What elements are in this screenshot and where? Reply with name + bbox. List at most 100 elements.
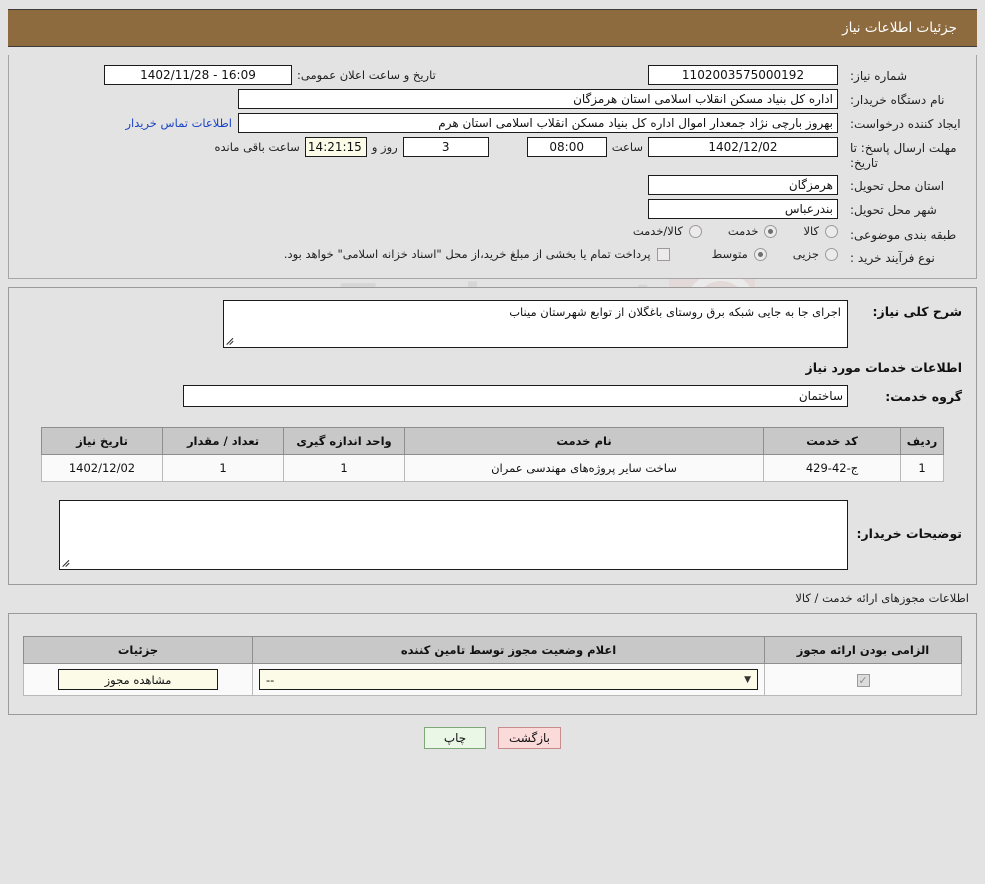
requester-value: بهروز بارچی نژاد جمعدار اموال اداره کل ب… <box>238 113 838 133</box>
cell-code: ج-42-429 <box>763 454 901 482</box>
page-title: جزئیات اطلاعات نیاز <box>842 20 957 36</box>
print-button[interactable]: چاپ <box>424 727 486 749</box>
permits-table-header-row: الزامی بودن ارائه مجوز اعلام وضعیت مجوز … <box>23 636 962 664</box>
view-permit-button[interactable]: مشاهده مجوز <box>58 669 218 690</box>
general-description-text: اجرای جا به جایی شبکه برق روستای باغگلان… <box>509 305 841 319</box>
row-service-group: گروه خدمت: ساختمان <box>23 385 962 407</box>
purchase-process-option-label: متوسط <box>711 247 748 261</box>
page-title-bar: جزئیات اطلاعات نیاز <box>8 9 977 47</box>
treasury-documents-label: پرداخت تمام یا بخشی از مبلغ خرید،از محل … <box>283 247 651 261</box>
city-value: بندرعباس <box>648 199 838 219</box>
footer-actions: بازگشت چاپ <box>0 727 985 749</box>
cell-date: 1402/12/02 <box>41 454 163 482</box>
row-general-description: شرح کلی نیاز: اجرای جا به جایی شبکه برق … <box>23 300 962 348</box>
col-code: کد خدمت <box>763 427 901 455</box>
service-group-label: گروه خدمت: <box>885 388 962 404</box>
buyer-notes-value[interactable] <box>59 500 848 570</box>
need-number-value: 1102003575000192 <box>648 65 838 85</box>
permits-section-title: اطلاعات مجوزهای ارائه خدمت / کالا <box>795 591 969 605</box>
row-province: استان محل تحویل: هرمزگان <box>9 175 976 195</box>
cell-permit-details: مشاهده مجوز <box>23 663 253 696</box>
services-table-header-row: ردیف کد خدمت نام خدمت واحد اندازه گیری ت… <box>41 427 944 455</box>
col-radif: ردیف <box>900 427 944 455</box>
row-purchase-process: نوع فرآیند خرید : جزیی متوسط پرداخت تمام… <box>9 247 976 266</box>
province-label: استان محل تحویل: <box>850 179 945 193</box>
category-option-label: کالا/خدمت <box>632 224 683 238</box>
treasury-documents-checkbox[interactable] <box>656 247 670 261</box>
permits-table: الزامی بودن ارائه مجوز اعلام وضعیت مجوز … <box>23 636 962 696</box>
row-buyer-org: نام دستگاه خریدار: اداره کل بنیاد مسکن ا… <box>9 89 976 109</box>
resize-grip-icon[interactable] <box>62 558 72 568</box>
col-permit-required: الزامی بودن ارائه مجوز <box>764 636 962 664</box>
city-label: شهر محل تحویل: <box>850 203 937 217</box>
radio-icon[interactable] <box>688 224 702 238</box>
table-row: ▼ -- مشاهده مجوز <box>23 663 962 696</box>
category-option-label: خدمت <box>727 224 759 238</box>
category-option-kala[interactable]: کالا <box>803 224 838 238</box>
cell-unit: 1 <box>283 454 405 482</box>
service-group-value: ساختمان <box>183 385 848 407</box>
purchase-process-option-jozei[interactable]: جزیی <box>793 247 838 261</box>
purchase-process-label: نوع فرآیند خرید : <box>850 251 935 265</box>
row-city: شهر محل تحویل: بندرعباس <box>9 199 976 219</box>
services-table-wrapper: ردیف کد خدمت نام خدمت واحد اندازه گیری ت… <box>41 427 944 482</box>
services-section-title: اطلاعات خدمات مورد نیاز <box>805 360 963 375</box>
province-value: هرمزگان <box>648 175 838 195</box>
cell-name: ساخت سایر پروژه‌های مهندسی عمران <box>404 454 764 482</box>
col-quantity: تعداد / مقدار <box>162 427 284 455</box>
col-name: نام خدمت <box>404 427 764 455</box>
purchase-process-option-motavasset[interactable]: متوسط <box>712 247 767 261</box>
category-option-kala-khedmat[interactable]: کالا/خدمت <box>633 224 702 238</box>
col-permit-status: اعلام وضعیت مجوز توسط تامین کننده <box>252 636 765 664</box>
general-description-label: شرح کلی نیاز: <box>872 304 962 319</box>
category-option-khedmat[interactable]: خدمت <box>728 224 778 238</box>
general-description-value[interactable]: اجرای جا به جایی شبکه برق روستای باغگلان… <box>223 300 848 348</box>
remaining-days-label: روز و <box>371 140 398 154</box>
category-radio-group: کالا خدمت کالا/خدمت <box>607 224 838 238</box>
announce-datetime-label: تاریخ و ساعت اعلان عمومی: <box>297 68 436 82</box>
resize-grip-icon[interactable] <box>226 336 236 346</box>
purchase-process-option-label: جزیی <box>792 247 819 261</box>
buyer-org-label: نام دستگاه خریدار: <box>850 93 945 107</box>
row-deadline: مهلت ارسال پاسخ: تا تاریخ: 1402/12/02 سا… <box>9 137 976 171</box>
countdown-suffix-label: ساعت باقی مانده <box>214 140 300 154</box>
permit-required-checkbox <box>856 673 870 687</box>
radio-icon[interactable] <box>753 247 767 261</box>
deadline-time-label: ساعت <box>611 140 643 154</box>
need-summary-panel: شماره نیاز: 1102003575000192 تاریخ و ساع… <box>8 55 977 279</box>
cell-radif: 1 <box>900 454 944 482</box>
buyer-contact-link[interactable]: اطلاعات تماس خریدار <box>119 116 238 130</box>
permit-status-value: -- <box>266 672 275 687</box>
cell-permit-status: ▼ -- <box>252 663 765 696</box>
countdown-timer: 14:21:15 <box>304 137 367 157</box>
deadline-time-value: 08:00 <box>526 137 607 157</box>
radio-icon[interactable] <box>825 247 838 261</box>
row-requester: ایجاد کننده درخواست: بهروز بارچی نژاد جم… <box>9 113 976 133</box>
col-unit: واحد اندازه گیری <box>283 427 405 455</box>
chevron-down-icon: ▼ <box>744 674 751 685</box>
col-date: تاریخ نیاز <box>41 427 163 455</box>
requester-label: ایجاد کننده درخواست: <box>850 117 961 131</box>
permits-panel: الزامی بودن ارائه مجوز اعلام وضعیت مجوز … <box>8 613 977 715</box>
deadline-label: مهلت ارسال پاسخ: تا تاریخ: <box>850 141 957 170</box>
back-button[interactable]: بازگشت <box>498 727 561 749</box>
row-buyer-notes: توضیحات خریدار: <box>23 500 962 570</box>
need-details-panel: شرح کلی نیاز: اجرای جا به جایی شبکه برق … <box>8 287 977 585</box>
need-number-label: شماره نیاز: <box>850 69 907 83</box>
row-category: طبقه بندی موضوعی: کالا خدمت کالا/خدمت <box>9 224 976 243</box>
buyer-org-value: اداره کل بنیاد مسکن انقلاب اسلامی استان … <box>238 89 838 109</box>
cell-quantity: 1 <box>162 454 284 482</box>
table-row: 1 ج-42-429 ساخت سایر پروژه‌های مهندسی عم… <box>41 454 944 482</box>
services-table: ردیف کد خدمت نام خدمت واحد اندازه گیری ت… <box>41 427 944 482</box>
row-need-number: شماره نیاز: 1102003575000192 تاریخ و ساع… <box>9 65 976 85</box>
purchase-process-radio-group: جزیی متوسط <box>686 247 838 261</box>
radio-icon[interactable] <box>825 224 838 238</box>
radio-icon[interactable] <box>764 224 778 238</box>
category-label: طبقه بندی موضوعی: <box>850 228 957 242</box>
cell-permit-required <box>764 663 962 696</box>
deadline-date-value: 1402/12/02 <box>648 137 838 157</box>
remaining-days-value: 3 <box>402 137 489 157</box>
category-option-label: کالا <box>803 224 819 238</box>
permit-status-select[interactable]: ▼ -- <box>259 669 758 690</box>
page-root: جزئیات اطلاعات نیاز شماره نیاز: 11020035… <box>0 9 985 749</box>
